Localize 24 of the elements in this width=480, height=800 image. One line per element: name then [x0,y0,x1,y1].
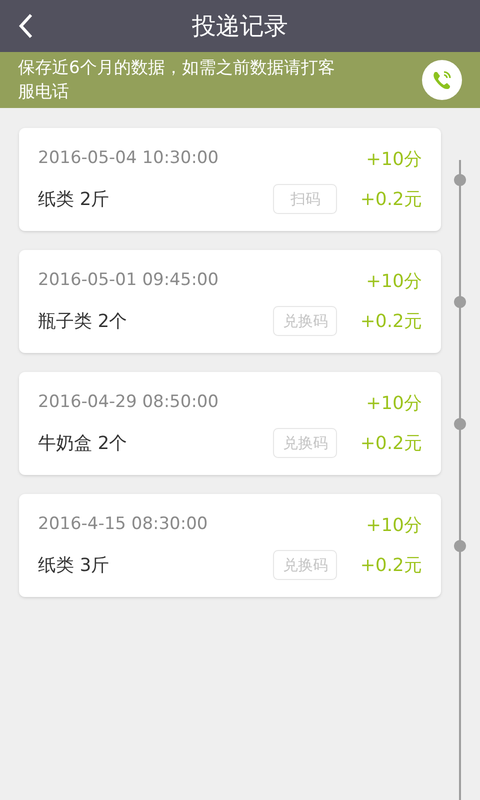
record-time: 2016-05-04 10:30:00 [38,147,219,170]
points-text: +10分 [366,392,422,416]
code-button[interactable]: 兑换码 [273,306,338,336]
code-button[interactable]: 兑换码 [273,428,338,458]
code-button[interactable]: 兑换码 [273,550,338,580]
code-button[interactable]: 扫码 [273,184,338,214]
page-title: 投递记录 [192,11,288,42]
record-item: 牛奶盒 2个 [38,432,128,456]
notice-text: 保存近6个月的数据，如需之前数据请打客服电话 [18,57,336,104]
record-time: 2016-05-01 09:45:00 [38,269,219,292]
points-text: +10分 [366,270,422,294]
call-button[interactable] [422,60,462,100]
record-time: 2016-4-15 08:30:00 [38,513,208,536]
points-text: +10分 [366,148,422,172]
record-item: 纸类 3斤 [38,554,110,578]
money-text: +0.2元 [360,432,422,456]
money-text: +0.2元 [360,554,422,578]
record-item: 纸类 2斤 [38,188,110,212]
points-text: +10分 [366,514,422,538]
money-text: +0.2元 [360,310,422,334]
money-text: +0.2元 [360,188,422,212]
record-time: 2016-04-29 08:50:00 [38,391,219,414]
back-icon [18,13,34,39]
record-item: 瓶子类 2个 [38,310,128,334]
